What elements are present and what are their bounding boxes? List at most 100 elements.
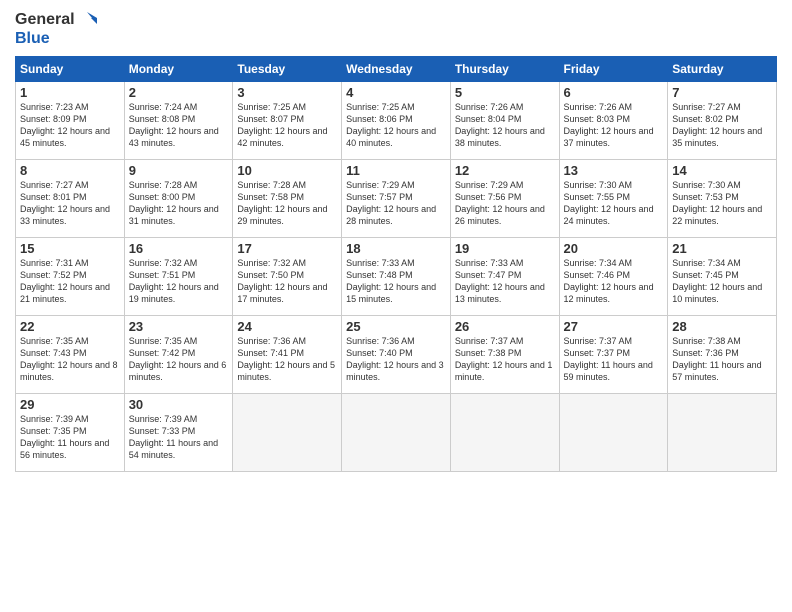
day-number: 29 (20, 397, 120, 412)
day-info: Sunrise: 7:29 AMSunset: 7:56 PMDaylight:… (455, 179, 555, 228)
day-number: 20 (564, 241, 664, 256)
day-info: Sunrise: 7:30 AMSunset: 7:53 PMDaylight:… (672, 179, 772, 228)
week-row-5: 29Sunrise: 7:39 AMSunset: 7:35 PMDayligh… (16, 394, 777, 472)
day-info: Sunrise: 7:39 AMSunset: 7:35 PMDaylight:… (20, 413, 120, 462)
weekday-header-tuesday: Tuesday (233, 57, 342, 82)
day-number: 2 (129, 85, 229, 100)
day-cell: 3Sunrise: 7:25 AMSunset: 8:07 PMDaylight… (233, 82, 342, 160)
day-cell: 19Sunrise: 7:33 AMSunset: 7:47 PMDayligh… (450, 238, 559, 316)
day-cell: 4Sunrise: 7:25 AMSunset: 8:06 PMDaylight… (342, 82, 451, 160)
day-cell: 16Sunrise: 7:32 AMSunset: 7:51 PMDayligh… (124, 238, 233, 316)
week-row-3: 15Sunrise: 7:31 AMSunset: 7:52 PMDayligh… (16, 238, 777, 316)
week-row-4: 22Sunrise: 7:35 AMSunset: 7:43 PMDayligh… (16, 316, 777, 394)
weekday-header-monday: Monday (124, 57, 233, 82)
day-number: 17 (237, 241, 337, 256)
logo: General Blue (15, 10, 97, 48)
calendar-container: General Blue SundayMondayTuesdayWednesda… (0, 0, 792, 482)
day-number: 22 (20, 319, 120, 334)
day-cell: 22Sunrise: 7:35 AMSunset: 7:43 PMDayligh… (16, 316, 125, 394)
day-info: Sunrise: 7:37 AMSunset: 7:38 PMDaylight:… (455, 335, 555, 384)
day-number: 10 (237, 163, 337, 178)
day-number: 16 (129, 241, 229, 256)
day-info: Sunrise: 7:32 AMSunset: 7:51 PMDaylight:… (129, 257, 229, 306)
day-cell: 29Sunrise: 7:39 AMSunset: 7:35 PMDayligh… (16, 394, 125, 472)
day-info: Sunrise: 7:26 AMSunset: 8:03 PMDaylight:… (564, 101, 664, 150)
weekday-header-saturday: Saturday (668, 57, 777, 82)
weekday-header-wednesday: Wednesday (342, 57, 451, 82)
weekday-header-thursday: Thursday (450, 57, 559, 82)
day-info: Sunrise: 7:28 AMSunset: 8:00 PMDaylight:… (129, 179, 229, 228)
day-info: Sunrise: 7:35 AMSunset: 7:42 PMDaylight:… (129, 335, 229, 384)
day-info: Sunrise: 7:27 AMSunset: 8:02 PMDaylight:… (672, 101, 772, 150)
day-cell (668, 394, 777, 472)
day-cell (450, 394, 559, 472)
day-info: Sunrise: 7:31 AMSunset: 7:52 PMDaylight:… (20, 257, 120, 306)
day-info: Sunrise: 7:24 AMSunset: 8:08 PMDaylight:… (129, 101, 229, 150)
day-cell: 28Sunrise: 7:38 AMSunset: 7:36 PMDayligh… (668, 316, 777, 394)
day-info: Sunrise: 7:36 AMSunset: 7:40 PMDaylight:… (346, 335, 446, 384)
day-number: 19 (455, 241, 555, 256)
logo-text-general: General (15, 11, 75, 29)
day-cell: 24Sunrise: 7:36 AMSunset: 7:41 PMDayligh… (233, 316, 342, 394)
day-info: Sunrise: 7:38 AMSunset: 7:36 PMDaylight:… (672, 335, 772, 384)
day-info: Sunrise: 7:34 AMSunset: 7:45 PMDaylight:… (672, 257, 772, 306)
day-info: Sunrise: 7:23 AMSunset: 8:09 PMDaylight:… (20, 101, 120, 150)
day-info: Sunrise: 7:39 AMSunset: 7:33 PMDaylight:… (129, 413, 229, 462)
day-info: Sunrise: 7:28 AMSunset: 7:58 PMDaylight:… (237, 179, 337, 228)
day-number: 9 (129, 163, 229, 178)
day-cell (233, 394, 342, 472)
day-cell: 13Sunrise: 7:30 AMSunset: 7:55 PMDayligh… (559, 160, 668, 238)
day-cell: 9Sunrise: 7:28 AMSunset: 8:00 PMDaylight… (124, 160, 233, 238)
day-cell: 6Sunrise: 7:26 AMSunset: 8:03 PMDaylight… (559, 82, 668, 160)
day-number: 18 (346, 241, 446, 256)
day-number: 28 (672, 319, 772, 334)
day-number: 30 (129, 397, 229, 412)
day-cell: 17Sunrise: 7:32 AMSunset: 7:50 PMDayligh… (233, 238, 342, 316)
day-cell: 10Sunrise: 7:28 AMSunset: 7:58 PMDayligh… (233, 160, 342, 238)
day-cell: 18Sunrise: 7:33 AMSunset: 7:48 PMDayligh… (342, 238, 451, 316)
day-cell: 8Sunrise: 7:27 AMSunset: 8:01 PMDaylight… (16, 160, 125, 238)
day-number: 1 (20, 85, 120, 100)
weekday-header-friday: Friday (559, 57, 668, 82)
day-number: 13 (564, 163, 664, 178)
day-info: Sunrise: 7:35 AMSunset: 7:43 PMDaylight:… (20, 335, 120, 384)
day-cell: 26Sunrise: 7:37 AMSunset: 7:38 PMDayligh… (450, 316, 559, 394)
day-info: Sunrise: 7:25 AMSunset: 8:06 PMDaylight:… (346, 101, 446, 150)
day-cell: 30Sunrise: 7:39 AMSunset: 7:33 PMDayligh… (124, 394, 233, 472)
weekday-header-row: SundayMondayTuesdayWednesdayThursdayFrid… (16, 57, 777, 82)
day-cell: 11Sunrise: 7:29 AMSunset: 7:57 PMDayligh… (342, 160, 451, 238)
day-cell: 23Sunrise: 7:35 AMSunset: 7:42 PMDayligh… (124, 316, 233, 394)
day-number: 12 (455, 163, 555, 178)
day-number: 23 (129, 319, 229, 334)
day-cell: 25Sunrise: 7:36 AMSunset: 7:40 PMDayligh… (342, 316, 451, 394)
day-cell: 27Sunrise: 7:37 AMSunset: 7:37 PMDayligh… (559, 316, 668, 394)
day-info: Sunrise: 7:25 AMSunset: 8:07 PMDaylight:… (237, 101, 337, 150)
day-cell: 20Sunrise: 7:34 AMSunset: 7:46 PMDayligh… (559, 238, 668, 316)
calendar-table: SundayMondayTuesdayWednesdayThursdayFrid… (15, 56, 777, 472)
day-cell (559, 394, 668, 472)
day-cell: 14Sunrise: 7:30 AMSunset: 7:53 PMDayligh… (668, 160, 777, 238)
day-number: 24 (237, 319, 337, 334)
day-info: Sunrise: 7:33 AMSunset: 7:47 PMDaylight:… (455, 257, 555, 306)
day-number: 6 (564, 85, 664, 100)
day-number: 8 (20, 163, 120, 178)
day-cell: 2Sunrise: 7:24 AMSunset: 8:08 PMDaylight… (124, 82, 233, 160)
day-number: 4 (346, 85, 446, 100)
day-info: Sunrise: 7:36 AMSunset: 7:41 PMDaylight:… (237, 335, 337, 384)
day-cell: 5Sunrise: 7:26 AMSunset: 8:04 PMDaylight… (450, 82, 559, 160)
day-cell: 15Sunrise: 7:31 AMSunset: 7:52 PMDayligh… (16, 238, 125, 316)
day-info: Sunrise: 7:32 AMSunset: 7:50 PMDaylight:… (237, 257, 337, 306)
day-cell: 1Sunrise: 7:23 AMSunset: 8:09 PMDaylight… (16, 82, 125, 160)
logo-bird-icon (77, 10, 97, 30)
day-info: Sunrise: 7:33 AMSunset: 7:48 PMDaylight:… (346, 257, 446, 306)
logo-svg: General Blue (15, 10, 97, 48)
day-info: Sunrise: 7:34 AMSunset: 7:46 PMDaylight:… (564, 257, 664, 306)
week-row-2: 8Sunrise: 7:27 AMSunset: 8:01 PMDaylight… (16, 160, 777, 238)
logo-text-blue: Blue (15, 30, 50, 48)
weekday-header-sunday: Sunday (16, 57, 125, 82)
day-number: 3 (237, 85, 337, 100)
header: General Blue (15, 10, 777, 48)
day-cell (342, 394, 451, 472)
day-cell: 21Sunrise: 7:34 AMSunset: 7:45 PMDayligh… (668, 238, 777, 316)
day-number: 26 (455, 319, 555, 334)
